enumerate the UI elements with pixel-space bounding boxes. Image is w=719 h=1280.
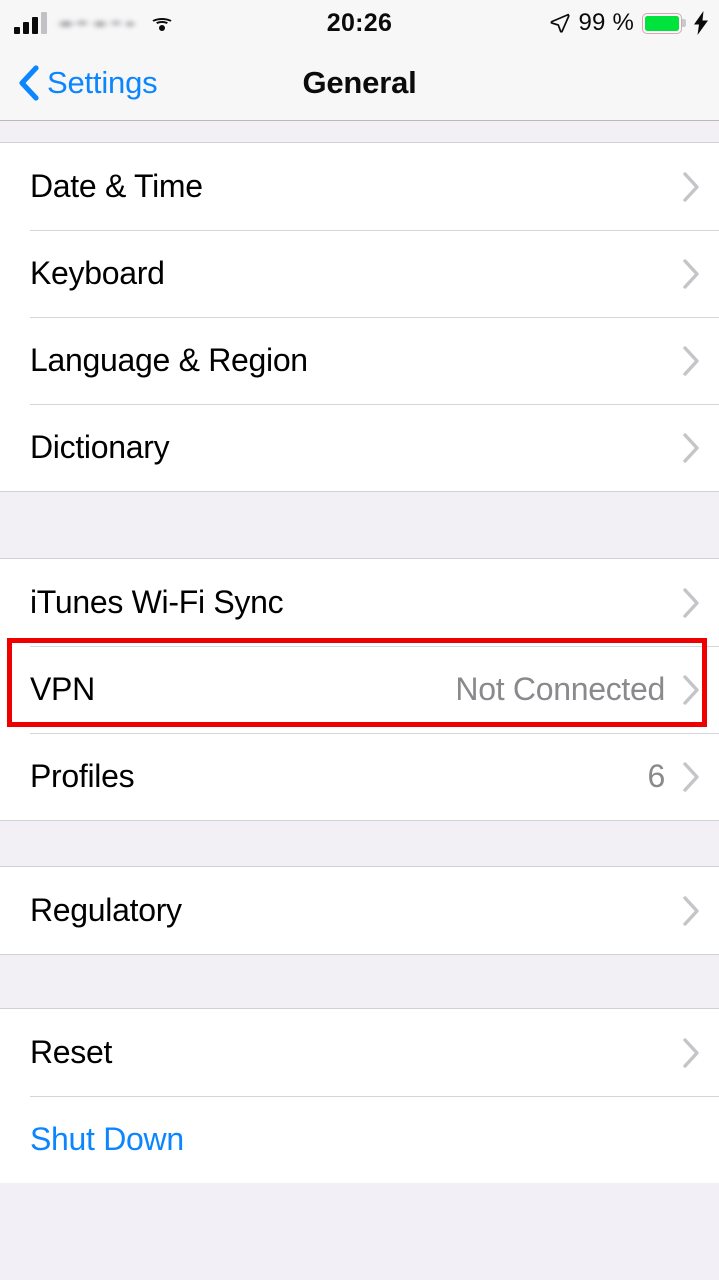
settings-group: Date & Time Keyboard Language & Region Dict… — [0, 143, 719, 491]
list-item-label: Date & Time — [30, 168, 203, 204]
navigation-bar: Settings General — [0, 46, 719, 121]
list-item-label: Profiles — [30, 758, 135, 794]
battery-percent-label: 99 % — [578, 9, 634, 36]
list-item-label: Dictionary — [30, 429, 170, 465]
list-item-accessory: Not Connected — [455, 671, 701, 708]
status-bar: 20:26 99 % — [0, 0, 719, 46]
list-item[interactable]: Keyboard — [0, 230, 719, 317]
chevron-right-icon — [681, 1037, 701, 1069]
chevron-right-icon — [681, 895, 701, 927]
list-item-accessory — [681, 345, 701, 377]
lightning-bolt-icon — [693, 11, 709, 35]
list-item[interactable]: Reset — [0, 1009, 719, 1096]
list-item-accessory — [681, 432, 701, 464]
list-item[interactable]: Language & Region — [0, 317, 719, 404]
list-item-label: Keyboard — [30, 255, 165, 291]
settings-list[interactable]: Date & Time Keyboard Language & Region Dict… — [0, 122, 719, 1280]
list-item[interactable]: Dictionary — [0, 404, 719, 491]
list-item[interactable]: VPN Not Connected — [0, 646, 719, 733]
group-spacer — [0, 491, 719, 559]
battery-icon — [642, 12, 686, 34]
list-item[interactable]: iTunes Wi-Fi Sync — [0, 559, 719, 646]
status-bar-right: 99 % — [550, 0, 709, 46]
list-item-label: Regulatory — [30, 892, 182, 928]
chevron-right-icon — [681, 674, 701, 706]
list-item-label: Shut Down — [30, 1121, 184, 1157]
chevron-right-icon — [681, 432, 701, 464]
chevron-right-icon — [681, 345, 701, 377]
chevron-right-icon — [681, 258, 701, 290]
group-spacer — [0, 820, 719, 867]
list-item-label: iTunes Wi-Fi Sync — [30, 584, 284, 620]
list-item-value: Not Connected — [455, 671, 665, 707]
list-item[interactable]: Date & Time — [0, 143, 719, 230]
group-spacer — [0, 954, 719, 1009]
list-item-label: Reset — [30, 1034, 113, 1070]
chevron-right-icon — [681, 171, 701, 203]
list-item-value: 6 — [647, 758, 666, 794]
location-arrow-icon — [550, 13, 571, 33]
settings-group: Reset Shut Down — [0, 1009, 719, 1183]
list-item-accessory — [681, 171, 701, 203]
list-item[interactable]: Shut Down — [0, 1096, 719, 1183]
settings-group: iTunes Wi-Fi Sync VPN Not Connected Profile… — [0, 559, 719, 820]
chevron-right-icon — [681, 587, 701, 619]
list-item-accessory — [681, 587, 701, 619]
list-item-accessory — [681, 258, 701, 290]
list-item-accessory — [681, 1037, 701, 1069]
list-item-label: Language & Region — [30, 342, 308, 378]
list-item-label: VPN — [30, 671, 95, 707]
list-item[interactable]: Profiles 6 — [0, 733, 719, 820]
list-item[interactable]: Regulatory — [0, 867, 719, 954]
settings-group: Regulatory — [0, 867, 719, 954]
list-item-accessory: 6 — [648, 758, 702, 795]
page-title: General — [302, 65, 417, 100]
chevron-right-icon — [681, 761, 701, 793]
group-spacer — [0, 122, 719, 143]
iphone-screen: 20:26 99 % Settings General Date & Time … — [0, 0, 719, 1280]
list-item-accessory — [681, 895, 701, 927]
